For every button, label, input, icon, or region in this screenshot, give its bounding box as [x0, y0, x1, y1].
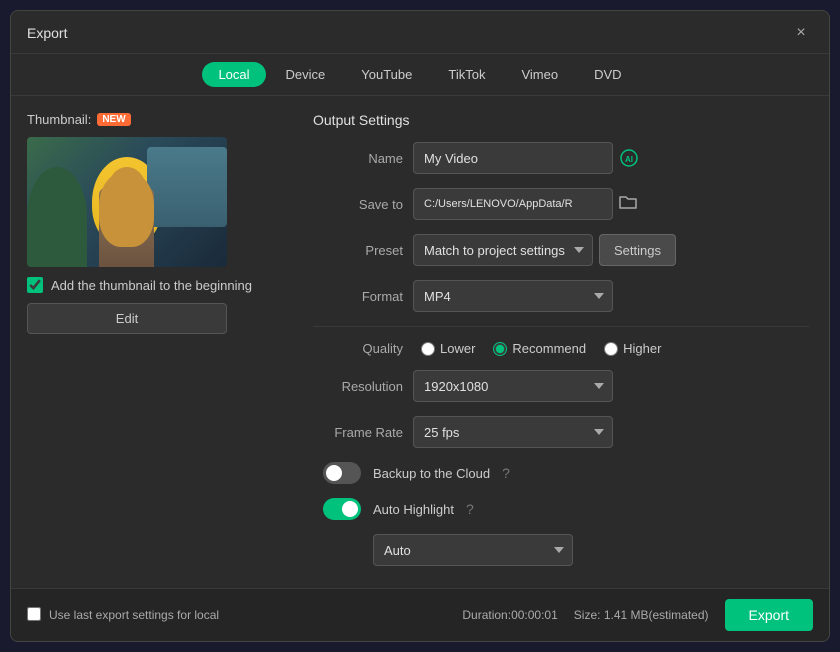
- output-settings-title: Output Settings: [313, 112, 809, 128]
- quality-recommend-radio[interactable]: [493, 342, 507, 356]
- add-thumbnail-label[interactable]: Add the thumbnail to the beginning: [51, 278, 252, 293]
- right-panel: Output Settings Name AI Save to: [313, 112, 813, 572]
- backup-label: Backup to the Cloud: [373, 466, 490, 481]
- save-to-label: Save to: [313, 197, 403, 212]
- quality-radio-group: Lower Recommend Higher: [421, 341, 661, 356]
- use-last-settings-label[interactable]: Use last export settings for local: [49, 608, 219, 622]
- name-input-group: AI: [413, 142, 639, 174]
- use-last-settings-checkbox-container: [27, 607, 41, 624]
- thumbnail-image: [27, 137, 227, 267]
- backup-slider: [323, 462, 361, 484]
- tab-vimeo[interactable]: Vimeo: [505, 62, 574, 87]
- tab-youtube[interactable]: YouTube: [345, 62, 428, 87]
- add-thumbnail-checkbox[interactable]: [27, 277, 43, 293]
- tab-local[interactable]: Local: [202, 62, 265, 87]
- water-decoration: [147, 147, 227, 227]
- svg-text:AI: AI: [625, 155, 633, 164]
- quality-recommend-option[interactable]: Recommend: [493, 341, 586, 356]
- divider: [313, 326, 809, 327]
- preset-select[interactable]: Match to project settings: [413, 234, 593, 266]
- name-label: Name: [313, 151, 403, 166]
- duration-label: Duration:: [462, 608, 511, 622]
- format-select[interactable]: MP4: [413, 280, 613, 312]
- quality-label: Quality: [313, 341, 403, 356]
- tab-tiktok[interactable]: TikTok: [432, 62, 501, 87]
- size-value: 1.41 MB(estimated): [604, 608, 709, 622]
- toggle-section: Backup to the Cloud ? Auto Highlight ? A…: [313, 462, 809, 566]
- quality-higher-radio[interactable]: [604, 342, 618, 356]
- quality-higher-option[interactable]: Higher: [604, 341, 661, 356]
- auto-highlight-toggle[interactable]: [323, 498, 361, 520]
- edit-thumbnail-button[interactable]: Edit: [27, 303, 227, 334]
- quality-row: Quality Lower Recommend Higher: [313, 341, 809, 356]
- framerate-label: Frame Rate: [313, 425, 403, 440]
- title-bar: Export ×: [11, 11, 829, 54]
- auto-highlight-toggle-row: Auto Highlight ?: [323, 498, 809, 520]
- save-path-input[interactable]: [413, 188, 613, 220]
- preset-input-group: Match to project settings Settings: [413, 234, 676, 266]
- auto-highlight-label: Auto Highlight: [373, 502, 454, 517]
- add-thumbnail-row: Add the thumbnail to the beginning: [27, 277, 297, 293]
- ai-button[interactable]: AI: [619, 148, 639, 168]
- tab-bar: Local Device YouTube TikTok Vimeo DVD: [11, 54, 829, 96]
- duration-info: Duration:00:00:01: [462, 608, 557, 622]
- name-input[interactable]: [413, 142, 613, 174]
- duration-value: 00:00:01: [511, 608, 558, 622]
- preset-row: Preset Match to project settings Setting…: [313, 234, 809, 266]
- save-to-row: Save to: [313, 188, 809, 220]
- resolution-label: Resolution: [313, 379, 403, 394]
- quality-lower-label: Lower: [440, 341, 475, 356]
- backup-toggle-row: Backup to the Cloud ?: [323, 462, 809, 484]
- dialog-title: Export: [27, 25, 67, 41]
- export-button[interactable]: Export: [725, 599, 813, 631]
- use-last-settings-checkbox[interactable]: [27, 607, 41, 621]
- format-row: Format MP4: [313, 280, 809, 312]
- resolution-select[interactable]: 1920x1080: [413, 370, 613, 402]
- quality-lower-radio[interactable]: [421, 342, 435, 356]
- auto-select[interactable]: Auto: [373, 534, 573, 566]
- framerate-select[interactable]: 25 fps: [413, 416, 613, 448]
- name-row: Name AI: [313, 142, 809, 174]
- quality-recommend-label: Recommend: [512, 341, 586, 356]
- resolution-row: Resolution 1920x1080: [313, 370, 809, 402]
- backup-help-icon[interactable]: ?: [502, 465, 510, 481]
- tab-dvd[interactable]: DVD: [578, 62, 637, 87]
- quality-lower-option[interactable]: Lower: [421, 341, 475, 356]
- close-button[interactable]: ×: [789, 21, 813, 45]
- main-content: Thumbnail: NEW Add the thumbnail to the …: [11, 96, 829, 588]
- thumbnail-text: Thumbnail:: [27, 112, 91, 127]
- preset-label: Preset: [313, 243, 403, 258]
- framerate-row: Frame Rate 25 fps: [313, 416, 809, 448]
- thumbnail-section-label: Thumbnail: NEW: [27, 112, 297, 127]
- settings-button[interactable]: Settings: [599, 234, 676, 266]
- person-body: [99, 187, 154, 267]
- auto-highlight-help-icon[interactable]: ?: [466, 501, 474, 517]
- footer-left: Use last export settings for local: [27, 607, 219, 624]
- auto-highlight-slider: [323, 498, 361, 520]
- save-to-input-group: [413, 188, 637, 220]
- tab-device[interactable]: Device: [270, 62, 342, 87]
- new-badge: NEW: [97, 113, 130, 126]
- backup-toggle[interactable]: [323, 462, 361, 484]
- person-head: [107, 167, 147, 217]
- export-dialog: Export × Local Device YouTube TikTok Vim…: [10, 10, 830, 642]
- quality-higher-label: Higher: [623, 341, 661, 356]
- footer-right: Duration:00:00:01 Size: 1.41 MB(estimate…: [462, 599, 813, 631]
- size-label: Size:: [574, 608, 601, 622]
- size-info: Size: 1.41 MB(estimated): [574, 608, 709, 622]
- footer: Use last export settings for local Durat…: [11, 588, 829, 641]
- trees-decoration: [27, 167, 87, 267]
- auto-select-row: Auto: [323, 534, 809, 566]
- format-label: Format: [313, 289, 403, 304]
- browse-folder-button[interactable]: [619, 194, 637, 215]
- left-panel: Thumbnail: NEW Add the thumbnail to the …: [27, 112, 297, 572]
